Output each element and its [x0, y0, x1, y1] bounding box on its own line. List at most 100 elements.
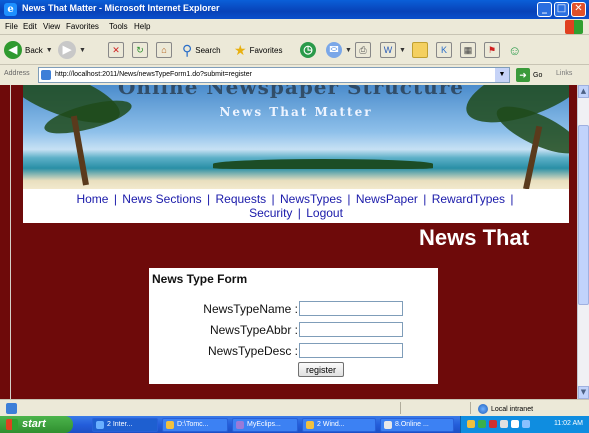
nav-logout[interactable]: Logout: [306, 206, 343, 220]
nav-rewardtypes[interactable]: RewardTypes: [432, 192, 505, 206]
history-icon: ◷: [300, 42, 316, 58]
messenger-icon: K: [436, 42, 452, 58]
menu-tools[interactable]: Tools: [109, 22, 128, 31]
form-row-abbr: NewsTypeAbbr :: [149, 322, 438, 340]
go-arrow-icon: ➜: [516, 68, 530, 82]
print-button[interactable]: ⎙: [355, 40, 371, 60]
close-button[interactable]: ✕: [571, 2, 586, 17]
taskbar-button-myeclipse[interactable]: MyEclips...: [232, 418, 298, 432]
tray-icon[interactable]: [467, 420, 475, 428]
scroll-up-icon[interactable]: ▲: [578, 85, 589, 98]
security-zone: Local intranet: [478, 404, 533, 414]
stop-button[interactable]: ✕: [108, 40, 124, 60]
edit-button[interactable]: W ▼: [380, 40, 406, 60]
address-input[interactable]: http://localhost:2011/News/newsTypeForm1…: [38, 67, 510, 83]
nav-newspaper[interactable]: NewsPaper: [356, 192, 418, 206]
home-button[interactable]: ⌂: [156, 40, 172, 60]
menu-help[interactable]: Help: [134, 22, 150, 31]
tray-icon[interactable]: [500, 420, 508, 428]
menu-favorites[interactable]: Favorites: [66, 22, 99, 31]
vertical-scrollbar[interactable]: ▲ ▼: [577, 85, 589, 399]
nav-separator: |: [423, 192, 427, 206]
form-row-desc: NewsTypeDesc :: [149, 343, 438, 361]
menu-file[interactable]: File: [5, 22, 18, 31]
taskbar: start 2 Inter... D:\Tomc... MyEclips... …: [0, 416, 589, 433]
home-icon: ⌂: [156, 42, 172, 58]
register-button[interactable]: register: [298, 362, 344, 377]
folder-button[interactable]: [412, 40, 428, 60]
nav-separator: |: [207, 192, 211, 206]
taskbar-button-tomcat[interactable]: D:\Tomc...: [162, 418, 228, 432]
taskbar-button-windows[interactable]: 2 Wind...: [302, 418, 376, 432]
tray-icon[interactable]: [522, 420, 530, 428]
menu-edit[interactable]: Edit: [23, 22, 37, 31]
folder-icon: [306, 421, 314, 429]
address-url: http://localhost:2011/News/newsTypeForm1…: [55, 71, 252, 78]
word-edit-icon: W: [380, 42, 396, 58]
nav-security[interactable]: Security: [249, 206, 292, 220]
menu-view[interactable]: View: [43, 22, 60, 31]
chevron-down-icon[interactable]: ▼: [495, 68, 509, 82]
window-title-bar[interactable]: e News That Matter - Microsoft Internet …: [0, 0, 589, 19]
address-label: Address: [4, 70, 30, 77]
newstypedesc-input[interactable]: [299, 343, 403, 358]
scroll-down-icon[interactable]: ▼: [578, 386, 589, 399]
nav-requests[interactable]: Requests: [215, 192, 266, 206]
search-icon: ⚲: [182, 41, 193, 58]
banner-faded-title: Online Newspaper Structure: [118, 85, 464, 99]
scroll-thumb[interactable]: [578, 125, 589, 305]
mail-icon: ✉: [326, 42, 342, 58]
nav-home[interactable]: Home: [76, 192, 108, 206]
start-button[interactable]: start: [0, 416, 73, 433]
chevron-down-icon: ▼: [345, 46, 352, 54]
research-button[interactable]: ▦: [460, 40, 476, 60]
go-button[interactable]: ➜ Go: [516, 68, 542, 82]
system-tray: 11:02 AM: [460, 416, 589, 433]
intranet-globe-icon: [478, 404, 488, 414]
windows-logo-icon: [6, 419, 18, 430]
go-label: Go: [533, 71, 543, 79]
favorites-label: Favorites: [249, 45, 283, 55]
links-toolbar[interactable]: Links: [556, 70, 572, 77]
newstypename-input[interactable]: [299, 301, 403, 316]
field-label: NewsTypeAbbr :: [209, 323, 298, 337]
document-icon: [384, 421, 392, 429]
chevron-down-icon: ▼: [79, 46, 86, 54]
maximize-button[interactable]: □: [554, 2, 569, 17]
folder-icon: [412, 42, 428, 58]
address-bar: Address http://localhost:2011/News/newsT…: [0, 65, 589, 85]
task-label: MyEclips...: [247, 421, 281, 428]
news-type-form: News Type Form NewsTypeName : NewsTypeAb…: [149, 268, 438, 384]
back-button[interactable]: ◀ Back ▼: [4, 40, 53, 60]
minimize-button[interactable]: _: [537, 2, 552, 17]
menu-bar: File Edit View Favorites Tools Help: [0, 19, 589, 35]
nav-separator: |: [510, 192, 514, 206]
contacts-button[interactable]: ☺: [508, 40, 521, 60]
eclipse-icon: [236, 421, 244, 429]
hero-heading: News That: [419, 225, 530, 250]
forward-button[interactable]: ▶ ▼: [58, 40, 86, 60]
print-icon: ⎙: [355, 42, 371, 58]
nav-newstypes[interactable]: NewsTypes: [280, 192, 342, 206]
taskbar-button-ie[interactable]: 2 Inter...: [92, 418, 158, 432]
tray-icon[interactable]: [478, 420, 486, 428]
form-title: News Type Form: [152, 272, 248, 286]
flag-button[interactable]: ⚑: [484, 40, 500, 60]
refresh-button[interactable]: ↻: [132, 40, 148, 60]
tray-icon[interactable]: [511, 420, 519, 428]
internet-explorer-icon: [96, 421, 104, 429]
status-divider: [470, 402, 471, 414]
favorites-button[interactable]: ★ Favorites: [234, 40, 282, 60]
people-icon: ☺: [508, 42, 522, 58]
task-label: D:\Tomc...: [177, 421, 209, 428]
newstypeabbr-input[interactable]: [299, 322, 403, 337]
history-button[interactable]: ◷: [300, 40, 316, 60]
messenger-button[interactable]: K: [436, 40, 452, 60]
taskbar-button-online[interactable]: 8.Online ...: [380, 418, 454, 432]
mail-button[interactable]: ✉ ▼: [326, 40, 352, 60]
chevron-down-icon: ▼: [45, 46, 53, 54]
search-button[interactable]: ⚲ Search: [182, 40, 221, 60]
clock[interactable]: 11:02 AM: [554, 420, 583, 427]
nav-news-sections[interactable]: News Sections: [122, 192, 201, 206]
tray-icon[interactable]: [489, 420, 497, 428]
